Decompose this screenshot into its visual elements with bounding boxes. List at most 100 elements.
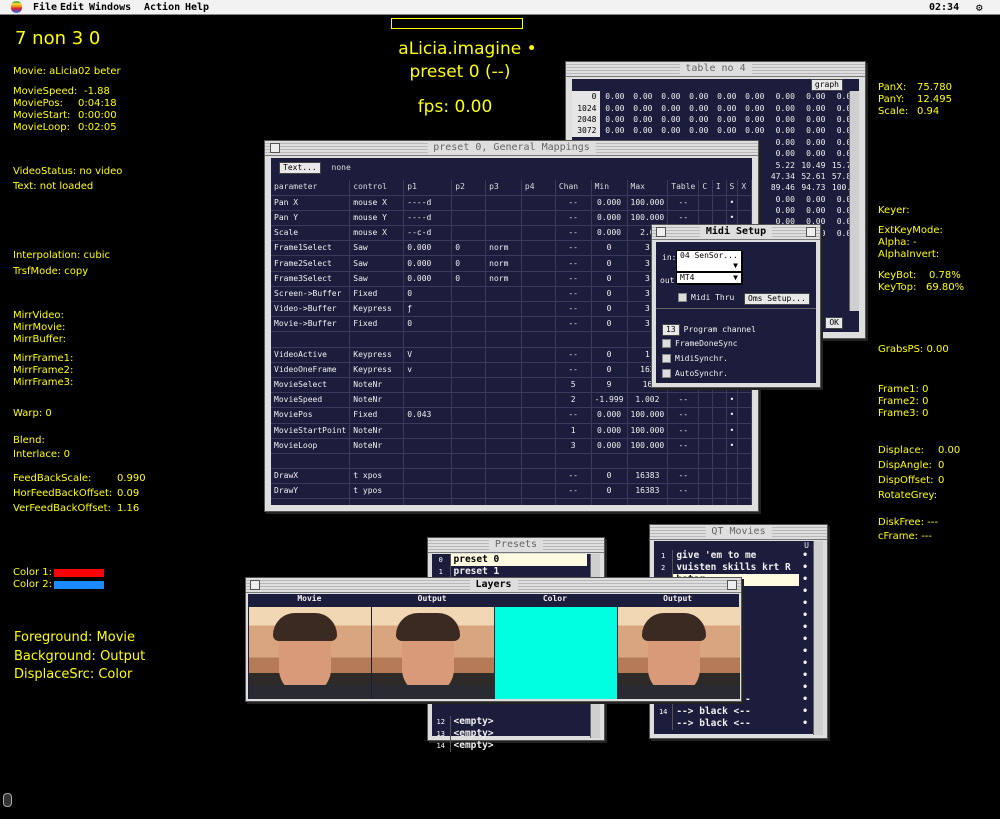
table-cell[interactable]: 0.00 (655, 91, 683, 102)
menu-action[interactable]: Action (144, 2, 180, 13)
midi-titlebar[interactable]: Midi Setup (652, 225, 820, 240)
table-cell[interactable]: 89.46 (767, 182, 798, 193)
table-cell[interactable]: 0.00 (627, 125, 655, 136)
table-cell[interactable]: 0.00 (767, 205, 798, 216)
layer-color-thumbnail[interactable] (495, 607, 617, 699)
close-box-icon[interactable] (250, 580, 260, 590)
column-header[interactable]: S (726, 180, 739, 196)
close-box-icon[interactable] (270, 143, 280, 153)
column-header[interactable]: Max (627, 180, 669, 196)
list-item[interactable]: 0 preset 0 (432, 554, 587, 566)
zoom-box-icon[interactable] (727, 580, 737, 590)
layers-titlebar[interactable]: Layers (246, 578, 741, 593)
table-cell[interactable]: 0.00 (683, 114, 711, 125)
table-cell[interactable]: 0.00 (767, 102, 798, 113)
table-cell[interactable]: 0.00 (711, 102, 739, 113)
table-cell[interactable]: 0.00 (711, 125, 739, 136)
color1-swatch[interactable] (54, 569, 104, 577)
table-cell[interactable]: 0.00 (683, 125, 711, 136)
list-item[interactable]: 12 <empty> (432, 716, 587, 728)
table-cell[interactable]: 0.00 (798, 114, 829, 125)
column-header[interactable]: C (698, 180, 713, 196)
table-cell[interactable]: 0.00 (627, 91, 655, 102)
midi-out-select[interactable]: MT4 ▼ (676, 272, 742, 284)
table-cell[interactable]: 94.73 (798, 182, 829, 193)
table-cell[interactable]: 0.00 (798, 205, 829, 216)
table-window-titlebar[interactable]: table no 4 (566, 62, 865, 77)
app-switcher-icon[interactable]: ⚙ (976, 1, 983, 14)
frame-done-sync-checkbox[interactable]: FrameDoneSync (662, 339, 738, 348)
list-item[interactable]: 14 --> black <-- • (654, 706, 812, 718)
menu-help[interactable]: Help (185, 2, 209, 13)
list-item[interactable]: 14 <empty> (432, 740, 587, 752)
table-cell[interactable]: 47.34 (767, 171, 798, 182)
table-cell[interactable]: 0.00 (655, 114, 683, 125)
table-cell[interactable]: 0.00 (798, 125, 829, 136)
zoom-box-icon[interactable] (806, 227, 816, 237)
table-cell[interactable]: 0.00 (627, 102, 655, 113)
table-cell[interactable]: 0.00 (798, 91, 829, 102)
table-cell[interactable]: 0.00 (683, 91, 711, 102)
table-cell[interactable]: 0.00 (600, 91, 628, 102)
table-cell[interactable]: 0.00 (739, 114, 767, 125)
color2-swatch[interactable] (54, 581, 104, 589)
column-header[interactable]: control (349, 180, 405, 196)
table-row[interactable] (271, 453, 752, 470)
table-cell[interactable]: 0.00 (798, 194, 829, 205)
column-header[interactable]: p1 (403, 180, 453, 196)
table-row[interactable]: MovieLoop NoteNr 3 0.000 100.000 -- • (271, 438, 752, 454)
qt-scrollbar[interactable] (813, 541, 823, 735)
auto-synchr-checkbox[interactable]: AutoSynchr. (662, 369, 728, 378)
table-row[interactable]: MoviePos Fixed 0.043 -- 0.000 100.000 -- • (271, 407, 752, 424)
mappings-titlebar[interactable]: preset 0, General Mappings (265, 141, 758, 156)
column-header[interactable]: p3 (485, 180, 522, 196)
column-header[interactable]: Min (591, 180, 628, 196)
layer-movie-thumbnail[interactable] (249, 607, 371, 699)
table-cell[interactable]: 0.00 (600, 102, 628, 113)
layer-output-thumbnail[interactable] (372, 607, 494, 699)
menu-edit[interactable]: Edit (60, 2, 84, 13)
graph-button[interactable]: graph (810, 79, 843, 91)
list-item[interactable]: --> black <-- • (654, 718, 812, 730)
program-channel-field[interactable]: 13 (662, 324, 680, 336)
qt-titlebar[interactable]: QT Movies (650, 525, 827, 540)
close-box-icon[interactable] (656, 227, 666, 237)
table-cell[interactable]: 0.00 (767, 91, 798, 102)
table-ok-button[interactable]: OK (825, 317, 843, 329)
list-item[interactable]: 13 <empty> (432, 728, 587, 740)
presets-titlebar[interactable]: Presets (428, 538, 604, 553)
table-cell[interactable]: 0.00 (767, 125, 798, 136)
table-row[interactable] (271, 498, 752, 505)
column-header[interactable]: I (712, 180, 727, 196)
table-cell[interactable]: 0.00 (739, 102, 767, 113)
column-header[interactable]: p2 (451, 180, 487, 196)
midi-thru-checkbox[interactable]: Midi Thru (678, 293, 734, 302)
table-cell[interactable]: 0.00 (798, 148, 829, 159)
column-header[interactable]: X (737, 180, 752, 196)
column-header[interactable]: p4 (521, 180, 556, 196)
oms-setup-button[interactable]: Oms Setup... (744, 293, 810, 305)
text-button[interactable]: Text... (279, 162, 321, 174)
table-cell[interactable]: 0.00 (711, 114, 739, 125)
table-cell[interactable]: 0.00 (655, 102, 683, 113)
table-scrollbar[interactable] (849, 91, 859, 311)
layer-output-thumbnail-2[interactable] (618, 607, 740, 699)
table-cell[interactable]: 0.00 (767, 148, 798, 159)
table-cell[interactable]: 0.00 (711, 91, 739, 102)
column-header[interactable]: Chan (555, 180, 592, 196)
menu-file[interactable]: File (33, 2, 57, 13)
table-cell[interactable]: 0.00 (739, 125, 767, 136)
table-cell[interactable]: 0.00 (798, 137, 829, 148)
table-row[interactable]: MovieStartPoint NoteNr 1 0.000 100.000 -- • (271, 423, 752, 439)
table-cell[interactable]: 5.22 (767, 159, 798, 170)
table-row[interactable]: DrawX t xpos -- 0 16383 -- (271, 468, 752, 485)
table-cell[interactable]: 10.49 (798, 159, 829, 170)
table-cell[interactable]: 0.00 (739, 91, 767, 102)
column-header[interactable]: Table (667, 180, 700, 196)
table-cell[interactable]: 0.00 (683, 102, 711, 113)
table-cell[interactable]: 0.00 (798, 102, 829, 113)
table-cell[interactable]: 0.00 (600, 125, 628, 136)
table-row[interactable]: Pan Xmouse X ----d -- 0.000 100.000 -- • (271, 195, 752, 211)
menu-windows[interactable]: Windows (89, 2, 131, 13)
table-cell[interactable]: 52.61 (798, 171, 829, 182)
